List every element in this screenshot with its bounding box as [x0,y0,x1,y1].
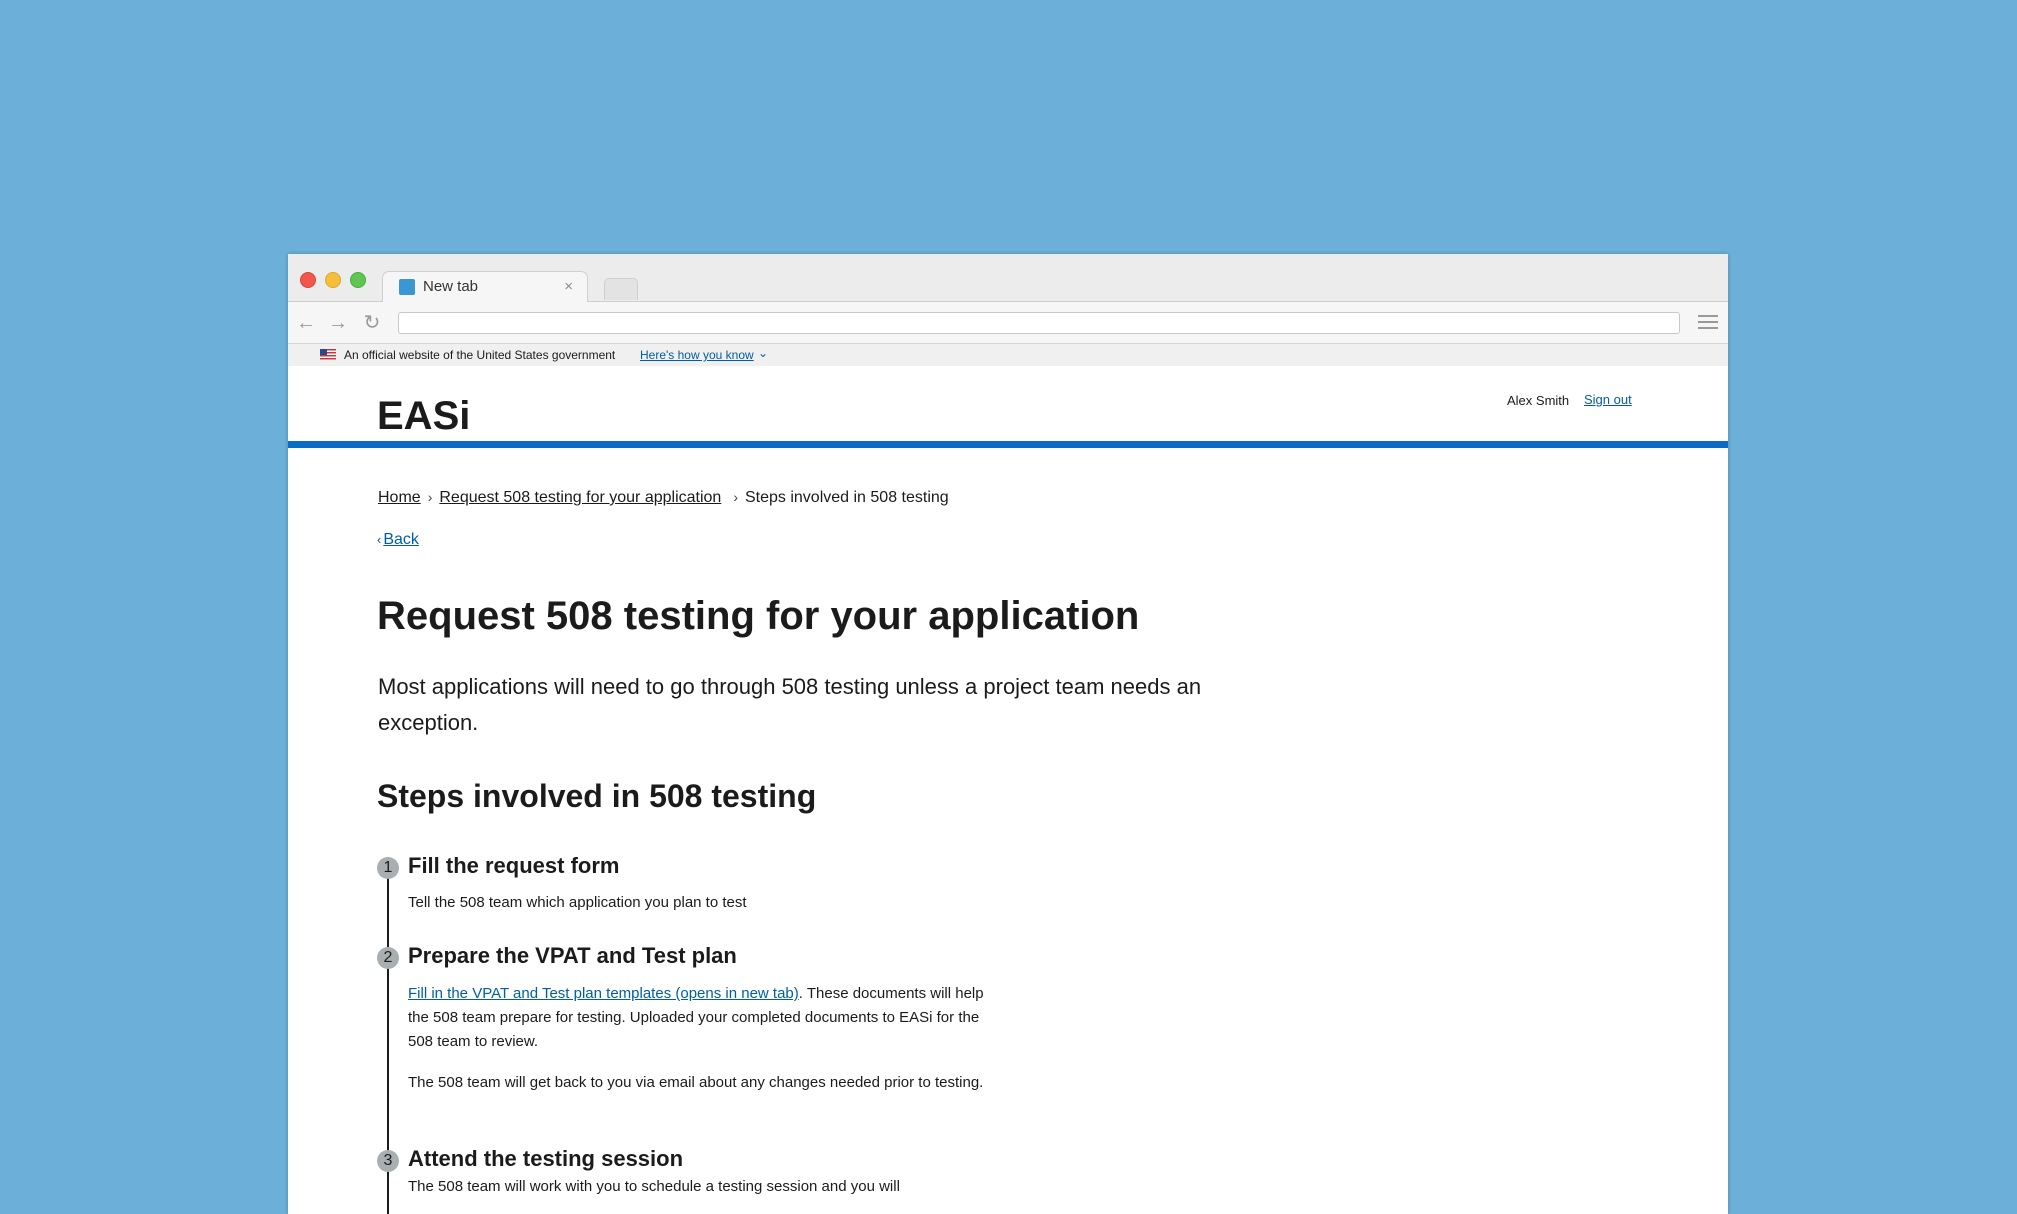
tab-close-icon[interactable]: × [564,278,573,295]
chevron-down-icon[interactable]: ⌄ [758,346,768,360]
step-title: Attend the testing session [408,1146,684,1171]
hamburger-menu-icon[interactable] [1698,315,1718,331]
step-title: Fill the request form [408,853,620,878]
site-header: EASi Alex Smith Sign out [288,366,1728,448]
lead-paragraph: Most applications will need to go throug… [378,674,1202,735]
step-number-badge: 2 [377,947,399,969]
back-link-label: Back [383,531,419,548]
back-link[interactable]: ‹ Back [377,531,419,549]
forward-arrow-icon[interactable]: → [326,311,350,335]
step-number-badge: 3 [377,1150,399,1172]
gov-banner-link[interactable]: Here's how you know [640,348,754,362]
breadcrumb-home-link[interactable]: Home [378,489,421,506]
breadcrumb-current: Steps involved in 508 testing [744,489,949,506]
step-description: The 508 team will work with you to sched… [408,1178,900,1195]
user-name: Alex Smith [1507,393,1570,408]
new-tab-button[interactable] [604,278,638,300]
section-title: Steps involved in 508 testing [377,778,817,814]
browser-tab-bar: New tab × [288,254,1728,303]
breadcrumb-request-link[interactable]: Request 508 testing for your application [439,489,721,506]
us-flag-icon [320,349,336,360]
tab-favicon-icon [399,279,415,295]
step-description: The 508 team will get back to you via em… [408,1074,984,1091]
gov-banner: An official website of the United States… [288,344,1728,366]
minimize-window-button[interactable] [325,272,341,288]
chevron-right-icon: › [733,489,738,505]
maximize-window-button[interactable] [350,272,366,288]
address-bar[interactable] [398,312,1680,334]
vpat-templates-link[interactable]: Fill in the VPAT and Test plan templates… [408,985,799,1002]
site-logo[interactable]: EASi [377,394,470,439]
step-description: Tell the 508 team which application you … [408,894,747,911]
page-title: Request 508 testing for your application [377,594,1140,638]
gov-banner-text: An official website of the United States… [344,348,616,362]
close-window-button[interactable] [300,272,316,288]
sign-out-link[interactable]: Sign out [1584,392,1632,407]
browser-toolbar: ← → ↻ [288,302,1728,344]
chevron-right-icon: › [427,489,433,505]
step-number-badge: 1 [377,857,399,879]
breadcrumb: Home › Request 508 testing for your applic… [378,489,949,507]
reload-icon[interactable]: ↻ [360,311,384,335]
chevron-left-icon: ‹ [377,532,382,547]
step-description: Fill in the VPAT and Test plan templates… [408,982,1003,1054]
tab-title: New tab [423,278,479,295]
browser-window: New tab × ← → ↻ An official website of t… [288,254,1728,1214]
browser-tab[interactable]: New tab × [382,271,588,303]
back-arrow-icon[interactable]: ← [294,311,318,335]
step-title: Prepare the VPAT and Test plan [408,943,737,968]
